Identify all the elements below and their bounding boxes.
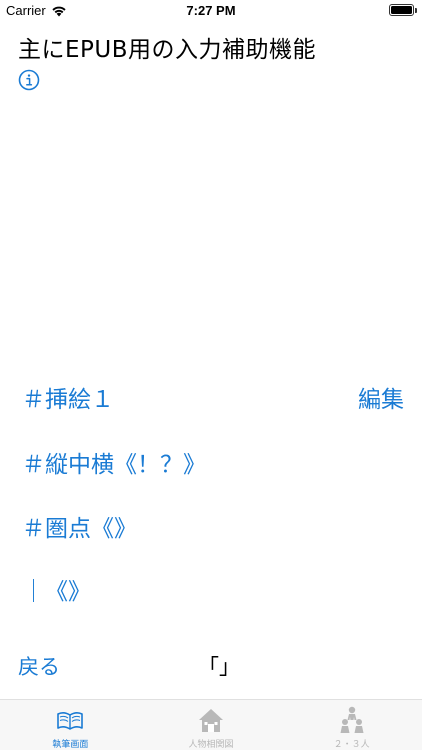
status-bar: Carrier 7:27 PM [0,0,422,22]
tab-label: 人物相関図 [188,740,234,750]
tab-writing-screen[interactable]: 執筆画面 [0,700,141,750]
battery-icon [389,4,417,16]
edit-button[interactable]: 編集 [358,380,404,414]
snippet-tatechuyoko[interactable]: ＃縦中横《！？》 [22,445,206,479]
info-icon[interactable] [18,69,40,91]
open-book-icon [57,711,84,730]
page-title: 主にEPUB用の入力補助機能 [18,37,317,63]
tab-relationship-map[interactable]: 人物相関図 [141,700,282,750]
people-icon [340,706,364,733]
tab-bar: 執筆画面 人物相関図 ２・３人 [0,699,422,750]
snippet-emphasis-dots[interactable]: ＃圏点《》 [22,509,137,543]
snippet-illustration[interactable]: ＃挿絵１ [22,380,114,414]
house-icon [199,709,223,732]
battery-outline [389,4,417,16]
snippet-ruby[interactable]: ｜《》 [22,572,91,606]
tab-label: 執筆画面 [52,740,89,750]
battery-cap [415,8,417,13]
tab-label: ２・３人 [333,740,370,750]
battery-fill [391,6,412,14]
tab-two-three-people[interactable]: ２・３人 [281,700,422,750]
bracket-insert-button[interactable]: 「」 [198,651,240,681]
status-time: 7:27 PM [186,3,236,18]
back-button[interactable]: 戻る [18,651,60,681]
